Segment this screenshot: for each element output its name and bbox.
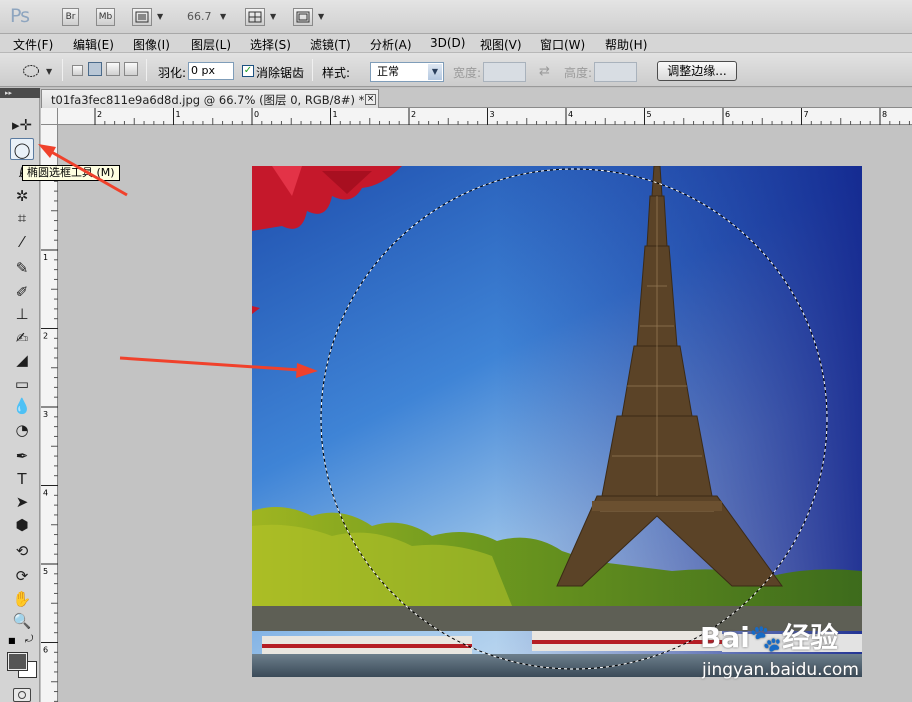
arrow-to-tool [47, 148, 128, 197]
annotation-arrows [38, 144, 318, 378]
photoshop-window: Ps Br Mb ▼ 66.7 ▼ ▼ ▼ 文件(F) 编辑(E) 图像(I) … [0, 0, 912, 702]
arrow-head-selection [296, 363, 318, 378]
arrow-to-selection [119, 356, 301, 372]
arrow-head-tool [38, 144, 56, 158]
